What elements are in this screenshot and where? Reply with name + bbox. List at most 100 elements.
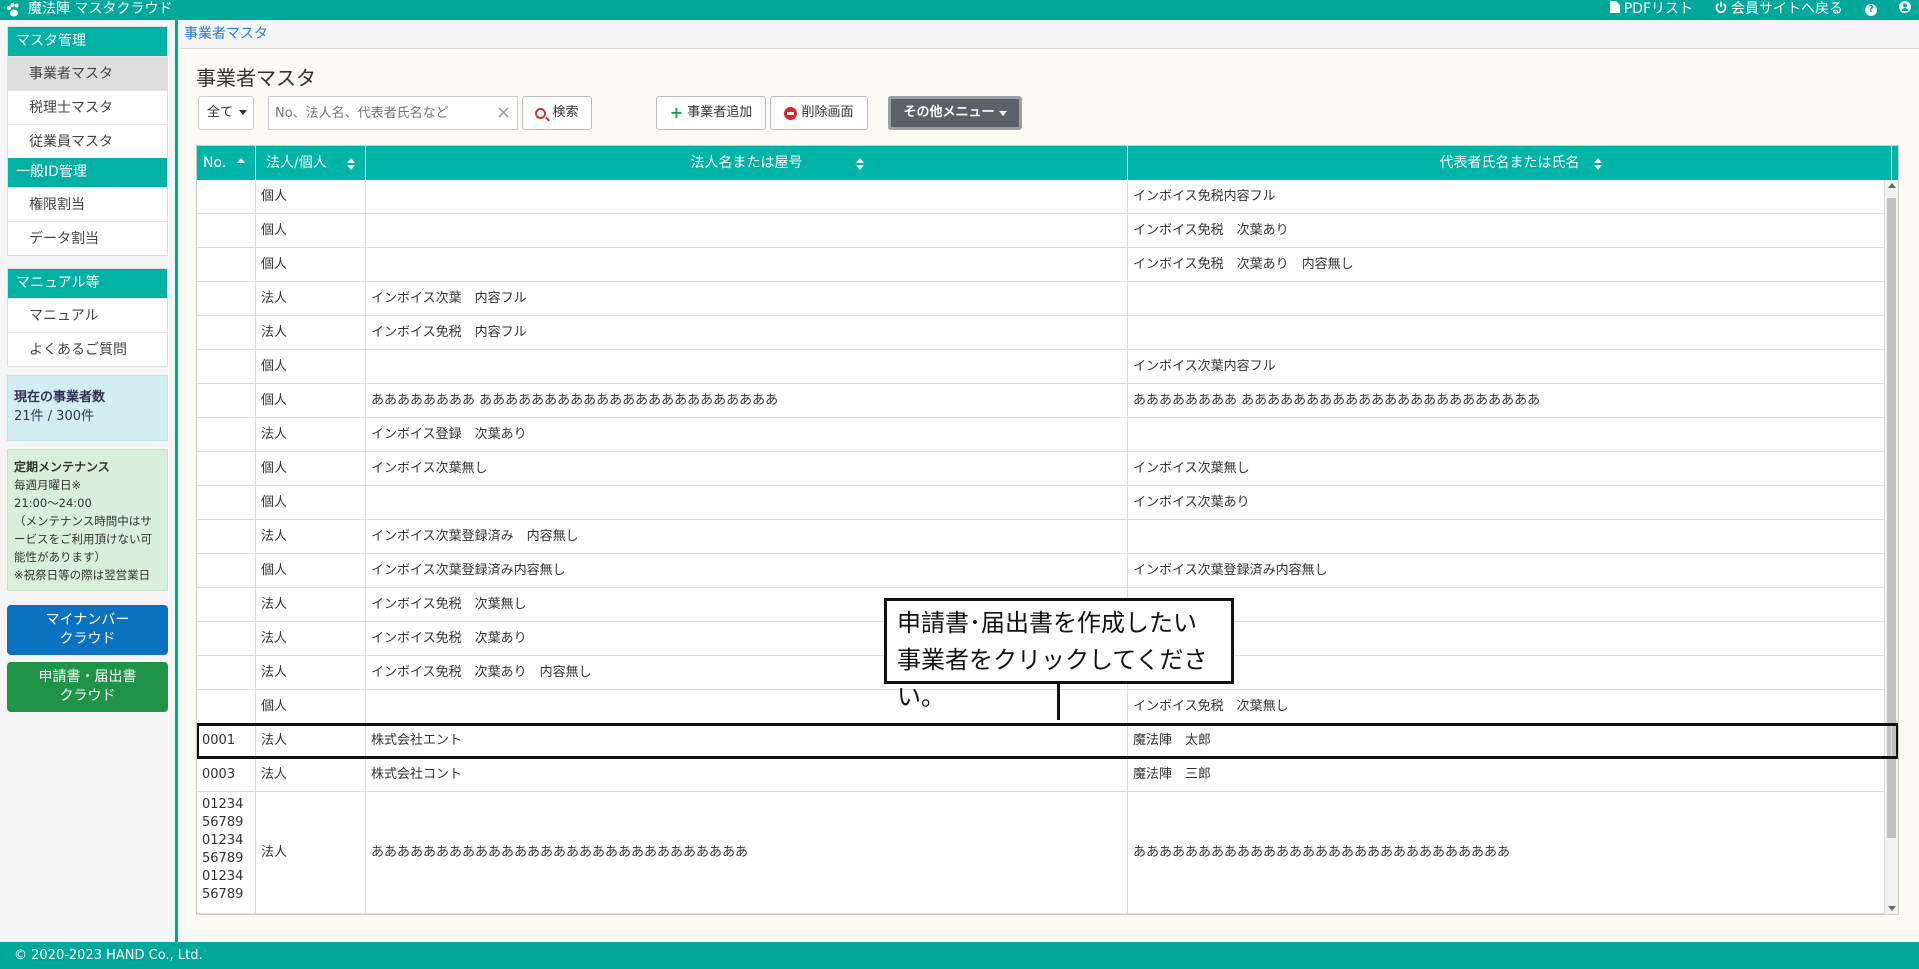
sidebar: マスタ管理 事業者マスタ 税理士マスタ 従業員マスタ 一般ID管理 権限割当 デ… xyxy=(0,20,178,942)
cell-representative: インボイス次葉内容フル xyxy=(1128,350,1892,383)
count-title: 現在の事業者数 xyxy=(14,390,106,405)
id-head: 一般ID管理 xyxy=(8,158,167,187)
cell-no: 01234 56789 01234 56789 01234 56789 xyxy=(197,792,256,913)
table-row[interactable]: 個人 ああああああああ あああああああああああああああああああああああ ああああああ… xyxy=(197,384,1898,418)
mynumber-cloud-button[interactable]: マイナンバー クラウド xyxy=(7,605,168,655)
col-representative-label: 代表者氏名または氏名 xyxy=(1439,155,1580,171)
sidebar-item-faq[interactable]: よくあるご質問 xyxy=(8,332,167,366)
sidebar-item-zeirishi[interactable]: 税理士マスタ xyxy=(8,90,167,124)
maintenance-panel: 定期メンテナンス 毎週月曜日※ 21:00〜24:00 （メンテナンス時間中はサ… xyxy=(7,449,168,591)
file-icon xyxy=(1609,0,1620,19)
member-site-link[interactable]: 会員サイトへ戻る xyxy=(1715,0,1843,19)
breadcrumb[interactable]: 事業者マスタ xyxy=(180,20,1919,49)
user-button[interactable] xyxy=(1899,0,1911,19)
cell-no xyxy=(197,690,256,723)
scroll-down-icon[interactable] xyxy=(1888,906,1896,911)
cell-company xyxy=(366,180,1128,213)
cell-company xyxy=(366,248,1128,281)
table-row[interactable]: 法人 インボイス登録 次葉あり xyxy=(197,418,1898,452)
member-site-label: 会員サイトへ戻る xyxy=(1731,1,1843,17)
power-icon xyxy=(1715,0,1727,19)
cell-type: 法人 xyxy=(256,282,366,315)
table-row[interactable]: 法人 インボイス免税 内容フル xyxy=(197,316,1898,350)
table-row[interactable]: 個人 インボイス免税 次葉あり 内容無し xyxy=(197,248,1898,282)
cell-no xyxy=(197,486,256,519)
sort-icon xyxy=(1594,158,1602,170)
sidebar-item-jigyosha[interactable]: 事業者マスタ xyxy=(8,56,167,90)
breadcrumb-label[interactable]: 事業者マスタ xyxy=(184,26,268,42)
cell-type: 個人 xyxy=(256,554,366,587)
cell-representative: インボイス免税 次葉あり xyxy=(1128,214,1892,247)
search-icon xyxy=(535,107,547,119)
cell-representative: インボイス次葉あり xyxy=(1128,486,1892,519)
table-row[interactable]: 個人 インボイス次葉無し インボイス次葉無し xyxy=(197,452,1898,486)
cell-no: 0003 xyxy=(197,758,256,791)
cell-representative: インボイス次葉無し xyxy=(1128,452,1892,485)
toolbar: 全て × 検索 + 事業者追加 削除画面 その他メニュー xyxy=(198,96,1098,130)
sidebar-item-manual[interactable]: マニュアル xyxy=(8,298,167,332)
scroll-up-icon[interactable] xyxy=(1888,183,1896,188)
business-count-panel: 現在の事業者数 21件 / 300件 xyxy=(7,375,168,441)
cell-no xyxy=(197,180,256,213)
table-row[interactable]: 個人 インボイス免税 次葉あり xyxy=(197,214,1898,248)
cell-no xyxy=(197,214,256,247)
sidebar-item-data[interactable]: データ割当 xyxy=(8,221,167,255)
cell-type: 法人 xyxy=(256,622,366,655)
cell-company xyxy=(366,350,1128,383)
cell-representative: あああああああああああああああああああああああああああああ xyxy=(1128,792,1892,913)
table-header: No. 法人/個人 法人名または屋号 代表者氏名または氏名 xyxy=(197,146,1898,180)
delete-screen-button[interactable]: 削除画面 xyxy=(770,96,868,130)
cell-no xyxy=(197,452,256,485)
shinsei-cloud-button[interactable]: 申請書・届出書 クラウド xyxy=(7,662,168,712)
cell-type: 法人 xyxy=(256,316,366,349)
pdf-list-link[interactable]: PDFリスト xyxy=(1609,0,1693,19)
clear-icon[interactable]: × xyxy=(496,102,511,123)
type-select-value: 全て xyxy=(207,105,234,120)
cell-type: 法人 xyxy=(256,520,366,553)
page-title: 事業者マスタ xyxy=(196,66,316,90)
callout-line-1: 申請書･届出書を作成したい xyxy=(897,609,1197,637)
cell-representative xyxy=(1128,656,1892,689)
table-row[interactable]: 個人 インボイス次葉登録済み内容無し インボイス次葉登録済み内容無し xyxy=(197,554,1898,588)
cell-representative xyxy=(1128,418,1892,451)
search-input[interactable] xyxy=(268,96,518,130)
cell-representative xyxy=(1128,316,1892,349)
type-select[interactable]: 全て xyxy=(198,96,254,130)
delete-screen-label: 削除画面 xyxy=(801,105,854,120)
table-row[interactable]: 法人 インボイス次葉登録済み 内容無し xyxy=(197,520,1898,554)
table-row[interactable]: 0003 法人 株式会社コント 魔法陣 三郎 xyxy=(197,758,1898,792)
col-type[interactable]: 法人/個人 xyxy=(256,146,366,180)
col-representative[interactable]: 代表者氏名または氏名 xyxy=(1128,146,1892,180)
search-button[interactable]: 検索 xyxy=(522,96,592,130)
cell-company: 株式会社コント xyxy=(366,758,1128,791)
col-company[interactable]: 法人名または屋号 xyxy=(366,146,1128,180)
brand[interactable]: 魔法陣 マスタクラウド xyxy=(6,0,172,19)
table-row[interactable]: 個人 インボイス次葉あり xyxy=(197,486,1898,520)
table-row[interactable]: 01234 56789 01234 56789 01234 56789 法人 あああ… xyxy=(197,792,1898,914)
sidebar-item-kengen[interactable]: 権限割当 xyxy=(8,187,167,221)
add-business-button[interactable]: + 事業者追加 xyxy=(656,96,766,130)
col-no[interactable]: No. xyxy=(197,146,256,180)
cell-company: インボイス次葉登録済み内容無し xyxy=(366,554,1128,587)
col-type-label: 法人/個人 xyxy=(266,155,327,171)
cell-no xyxy=(197,554,256,587)
other-menu-button[interactable]: その他メニュー xyxy=(888,96,1022,130)
cell-type: 法人 xyxy=(256,418,366,451)
sidebar-item-jugyoin[interactable]: 従業員マスタ xyxy=(8,124,167,158)
table-row[interactable]: 個人 インボイス次葉内容フル xyxy=(197,350,1898,384)
cell-no xyxy=(197,350,256,383)
cell-type: 個人 xyxy=(256,214,366,247)
table-row[interactable]: 法人 インボイス次葉 内容フル xyxy=(197,282,1898,316)
table-row[interactable]: 0001 法人 株式会社エント 魔法陣 太郎 xyxy=(197,723,1898,759)
cell-no xyxy=(197,588,256,621)
table-row[interactable]: 個人 インボイス免税内容フル xyxy=(197,180,1898,214)
help-button[interactable]: ? xyxy=(1865,3,1877,16)
table-scrollbar[interactable] xyxy=(1884,180,1898,914)
cell-no xyxy=(197,520,256,553)
master-head: マスタ管理 xyxy=(8,27,167,56)
user-icon xyxy=(1899,0,1911,19)
cell-company: インボイス次葉 内容フル xyxy=(366,282,1128,315)
manual-group: マニュアル等 マニュアル よくあるご質問 xyxy=(7,268,168,367)
col-no-label: No. xyxy=(203,155,227,171)
cell-no xyxy=(197,316,256,349)
